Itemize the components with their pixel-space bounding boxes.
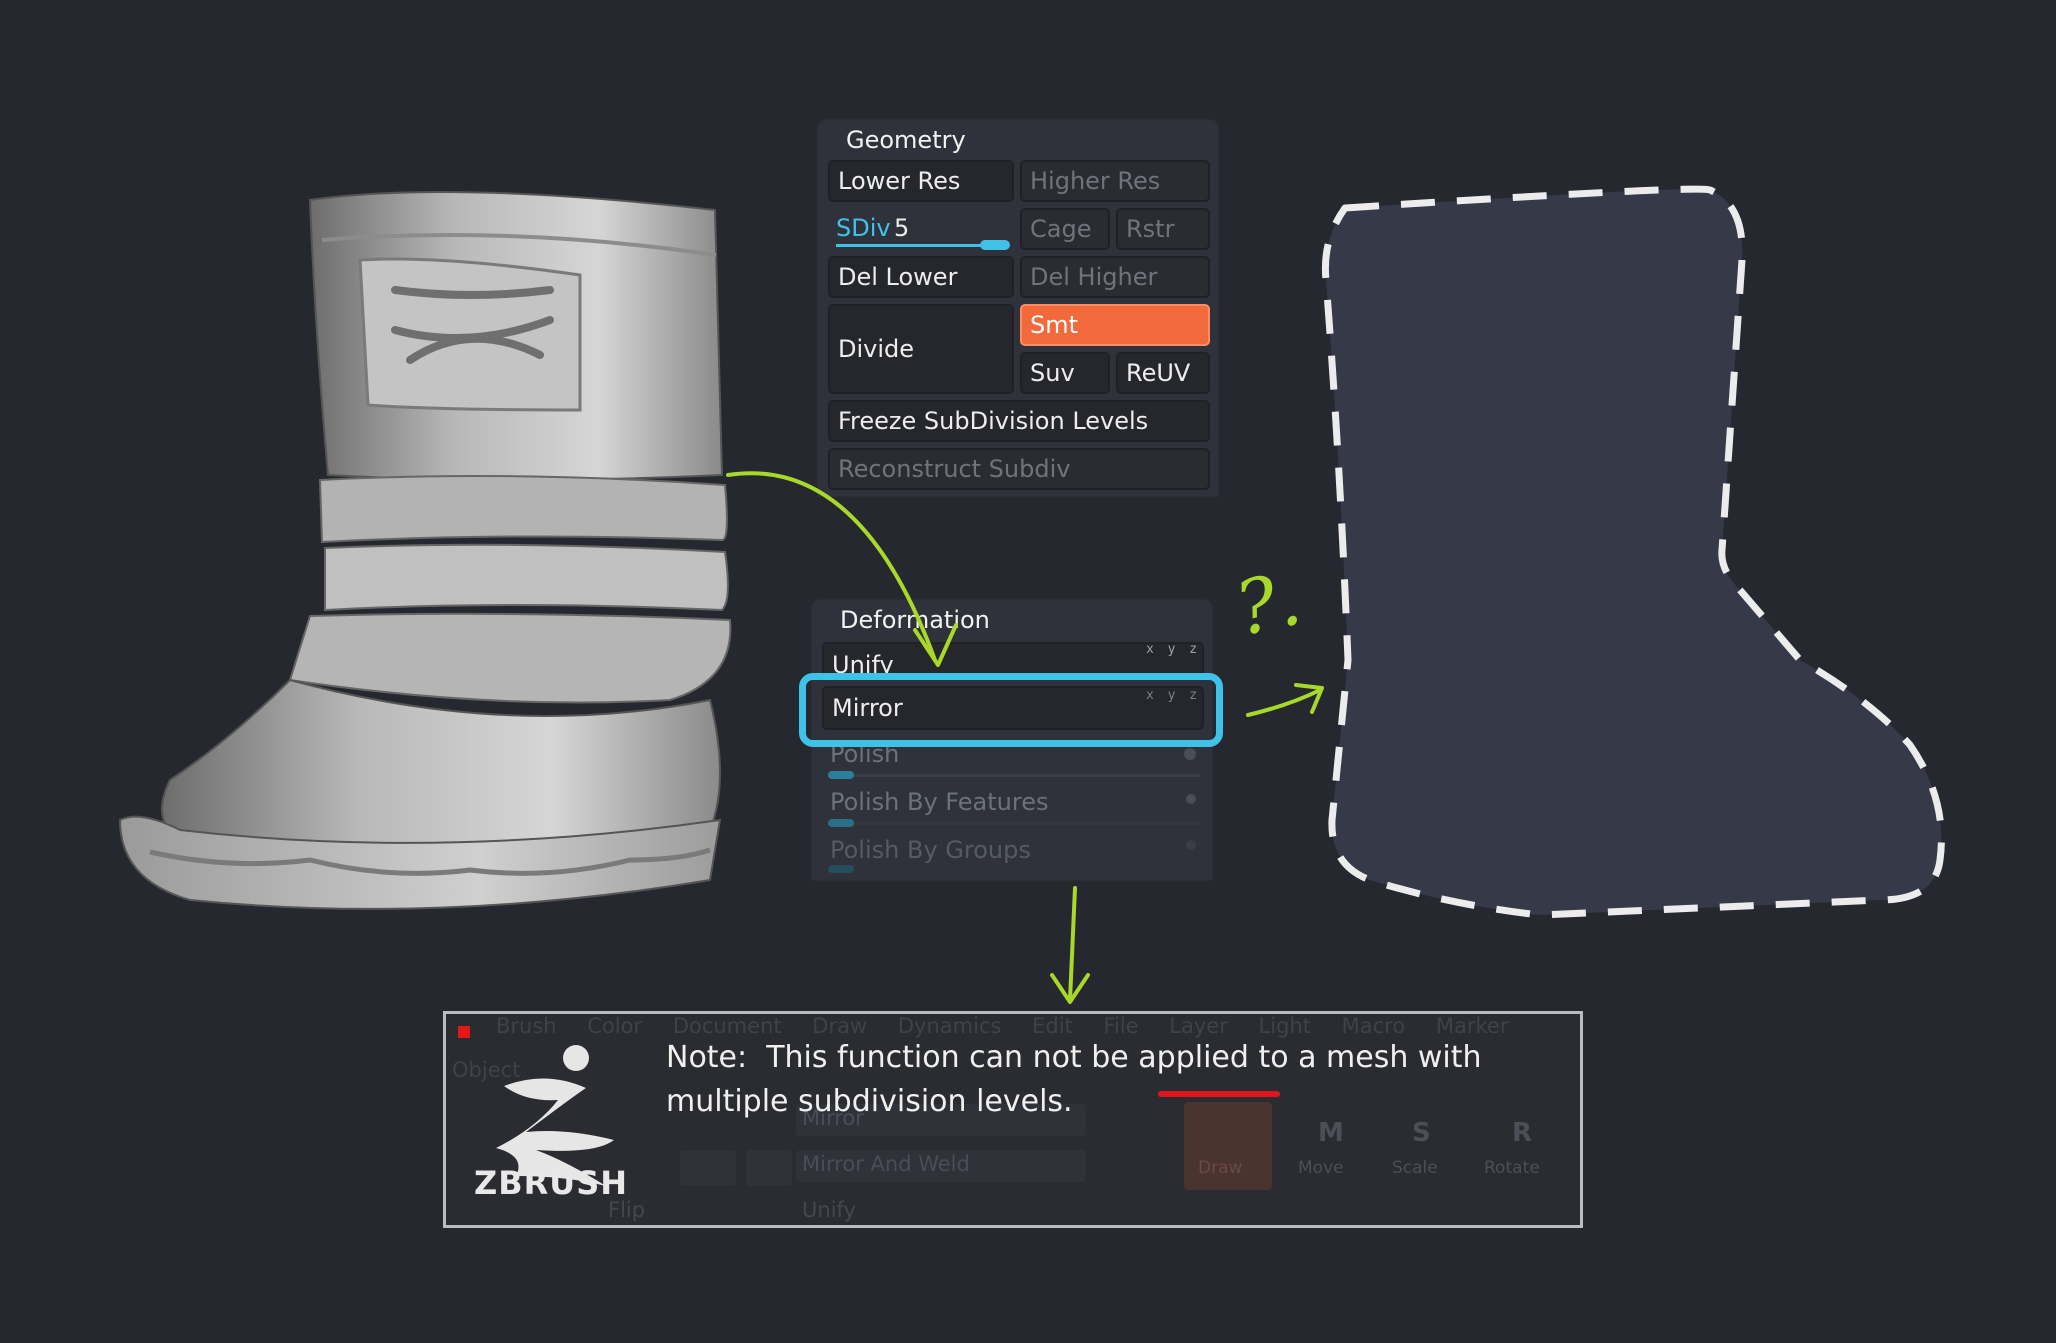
freeze-subdivision-button[interactable]: Freeze SubDivision Levels (828, 400, 1210, 442)
divide-button[interactable]: Divide (828, 304, 1014, 394)
sdiv-slider[interactable]: SDiv 5 (828, 208, 1014, 252)
reuv-button[interactable]: ReUV (1116, 352, 1210, 394)
lower-res-button[interactable]: Lower Res (828, 160, 1014, 202)
ghost-menu-bar: Brush Color Document Draw Dynamics Edit … (496, 1014, 1509, 1038)
mirror-highlight-frame (799, 673, 1223, 747)
boot-model-image (118, 191, 732, 910)
geometry-title: Geometry (846, 126, 966, 154)
red-underline (1158, 1091, 1280, 1097)
del-higher-button[interactable]: Del Higher (1020, 256, 1210, 298)
sdiv-knob[interactable] (980, 240, 1010, 250)
ghost-scale-label: Scale (1392, 1158, 1438, 1178)
suv-toggle[interactable]: Suv (1020, 352, 1110, 394)
ghost-draw-label: Draw (1198, 1158, 1243, 1178)
note-text-before: This function (766, 1040, 960, 1075)
higher-res-button[interactable]: Higher Res (1020, 160, 1210, 202)
polish-features-dot-icon (1186, 794, 1196, 804)
ghost-mirror-weld-label: Mirror And Weld (802, 1152, 970, 1176)
reconstruct-subdiv-button[interactable]: Reconstruct Subdiv (828, 448, 1210, 490)
rstr-button[interactable]: Rstr (1116, 208, 1210, 250)
ghost-rotate-label: Rotate (1484, 1158, 1540, 1178)
ghost-next-icon (746, 1150, 792, 1186)
zbrush-wordmark: ZBRUSH (474, 1164, 629, 1202)
sdiv-value: 5 (894, 214, 910, 242)
mirrored-boot-outline (1321, 185, 1945, 919)
note-text: Note: This function can not be applied t… (666, 1036, 1566, 1124)
polish-features-knob[interactable] (828, 819, 854, 827)
note-prefix: Note: (666, 1040, 748, 1075)
polish-groups-dot-icon (1186, 840, 1196, 850)
polish-dot-icon (1184, 748, 1196, 760)
arrow-to-note-head (1050, 973, 1090, 1004)
del-lower-button[interactable]: Del Lower (828, 256, 1014, 298)
polish-track[interactable] (830, 774, 1200, 777)
question-mark: ?. (1229, 556, 1309, 653)
polish-by-groups-label: Polish By Groups (830, 836, 1031, 864)
ghost-move-label: Move (1298, 1158, 1344, 1178)
deformation-title: Deformation (840, 606, 990, 634)
sdiv-fill (836, 244, 986, 247)
polish-knob[interactable] (828, 771, 854, 779)
ghost-prev-icon (680, 1150, 736, 1186)
arrow-to-note (1068, 886, 1077, 1002)
polish-features-track[interactable] (830, 822, 1200, 825)
polish-groups-knob[interactable] (828, 865, 854, 873)
smt-toggle[interactable]: Smt (1020, 304, 1210, 346)
sdiv-label: SDiv (836, 214, 891, 242)
arrow-to-outline (1246, 688, 1322, 717)
ghost-unify-label: Unify (802, 1198, 856, 1222)
note-box: Brush Color Document Draw Dynamics Edit … (443, 1011, 1583, 1228)
arrow-to-outline-head (1294, 683, 1324, 714)
cage-button[interactable]: Cage (1020, 208, 1110, 250)
polish-by-features-label: Polish By Features (830, 788, 1049, 816)
polish-groups-track[interactable] (830, 868, 1200, 871)
note-underlined-text: can not (969, 1040, 1082, 1075)
unify-xyz: x y z (1146, 642, 1201, 657)
geometry-panel: Geometry Lower Res Higher Res SDiv 5 Cag… (818, 120, 1218, 496)
